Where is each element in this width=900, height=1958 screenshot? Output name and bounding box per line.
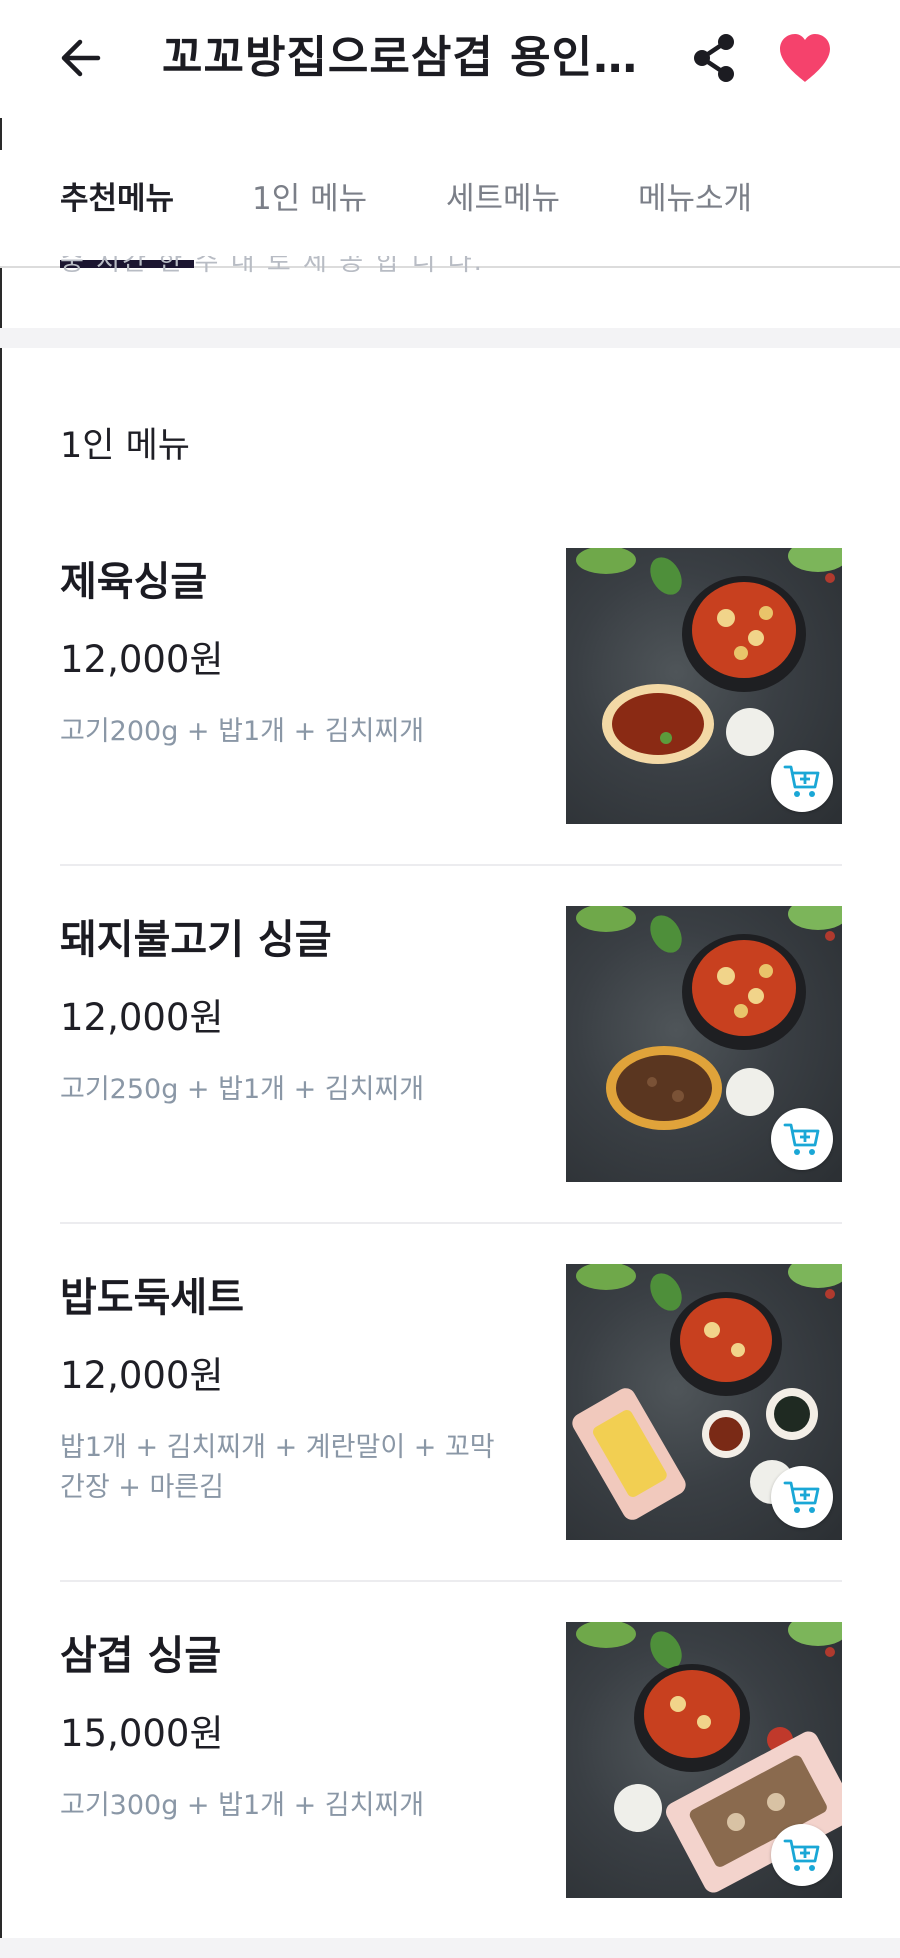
menu-item-price: 15,000원 <box>60 1712 224 1755</box>
menu-item-photo <box>566 906 842 1182</box>
tab-single-menu[interactable]: 1인 메뉴 <box>252 174 367 224</box>
menu-item[interactable]: 돼지불고기 싱글 12,000원 고기250g + 밥1개 + 김치찌개 <box>60 906 842 1184</box>
add-to-cart-icon <box>783 1839 820 1871</box>
menu-item-price: 12,000원 <box>60 1354 224 1397</box>
tab-recommended[interactable]: 추천메뉴 <box>60 174 174 224</box>
menu-item-description: 고기250g + 밥1개 + 김치찌개 <box>60 1074 425 1105</box>
menu-item[interactable]: 삼겹 싱글 15,000원 고기300g + 밥1개 + 김치찌개 <box>60 1622 842 1900</box>
tab-set-menu[interactable]: 세트메뉴 <box>446 174 560 224</box>
add-to-cart-button[interactable] <box>771 750 833 812</box>
menu-item-description: 밥1개 + 김치찌개 + 계란말이 + 꼬막간장 + 마른김 <box>60 1432 495 1503</box>
menu-item[interactable]: 제육싱글 12,000원 고기200g + 밥1개 + 김치찌개 <box>60 548 842 826</box>
item-divider <box>60 1580 842 1582</box>
add-to-cart-button[interactable] <box>771 1108 833 1170</box>
menu-item-photo <box>566 1264 842 1540</box>
top-app-bar: 꼬꼬방집으로삼겹 용인1호점 <box>0 0 900 118</box>
item-divider <box>60 1222 842 1224</box>
share-button[interactable] <box>686 30 742 86</box>
menu-item-photo <box>566 1622 842 1898</box>
menu-item-name: 제육싱글 <box>60 559 208 605</box>
section-separator <box>0 328 900 348</box>
menu-item-name: 삼겹 싱글 <box>60 1633 222 1679</box>
menu-item-photo <box>566 548 842 824</box>
arrow-left-icon <box>61 39 101 77</box>
add-to-cart-icon <box>783 1481 820 1513</box>
add-to-cart-button[interactable] <box>771 1466 833 1528</box>
menu-item-price: 12,000원 <box>60 638 224 681</box>
menu-tab-bar: 추천메뉴 1인 메뉴 세트메뉴 메뉴소개 <box>0 150 900 268</box>
menu-item-price: 12,000원 <box>60 996 224 1039</box>
add-to-cart-icon <box>783 1123 820 1155</box>
item-divider <box>60 864 842 866</box>
menu-item[interactable]: 밥도둑세트 12,000원 밥1개 + 김치찌개 + 계란말이 + 꼬막간장 +… <box>60 1264 842 1542</box>
tab-menu-intro[interactable]: 메뉴소개 <box>638 174 752 224</box>
page-title: 꼬꼬방집으로삼겹 용인1호점 <box>162 32 662 83</box>
share-icon <box>694 34 734 82</box>
window-edge <box>0 0 2 1958</box>
section-title: 1인 메뉴 <box>60 426 190 466</box>
favorite-button[interactable] <box>774 28 836 88</box>
heart-icon <box>780 34 830 82</box>
menu-item-description: 고기300g + 밥1개 + 김치찌개 <box>60 1790 425 1821</box>
section-separator <box>0 1938 900 1958</box>
menu-item-name: 밥도둑세트 <box>60 1275 244 1321</box>
back-button[interactable] <box>52 30 108 86</box>
menu-item-name: 돼지불고기 싱글 <box>60 917 332 963</box>
previous-section-text: 중 시간 한 주 내 로 제 공 합 니 다. <box>60 256 484 277</box>
add-to-cart-icon <box>783 765 820 797</box>
add-to-cart-button[interactable] <box>771 1824 833 1886</box>
menu-item-description: 고기200g + 밥1개 + 김치찌개 <box>60 716 425 747</box>
